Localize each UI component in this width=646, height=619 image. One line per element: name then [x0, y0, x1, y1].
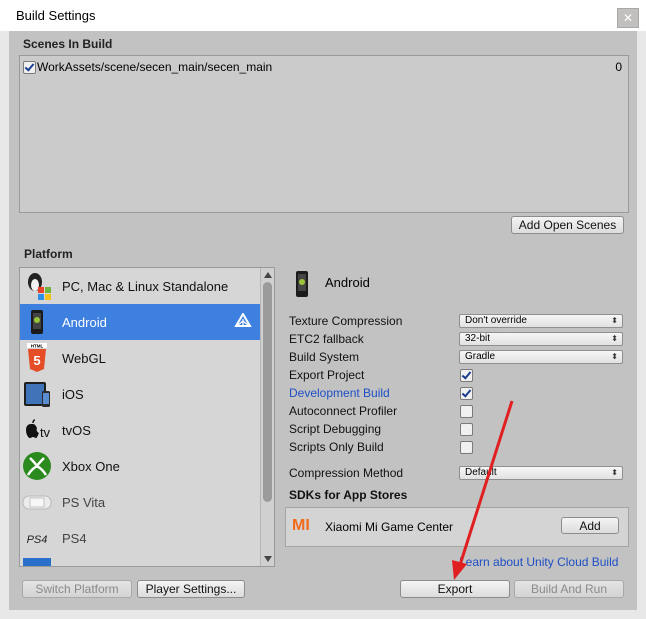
selected-platform-title: Android — [325, 275, 370, 290]
close-button[interactable]: ✕ — [617, 8, 639, 28]
svg-text:PS4: PS4 — [27, 534, 48, 546]
platform-label: PC, Mac & Linux Standalone — [62, 279, 229, 294]
apple-tv-icon: tv — [26, 419, 51, 440]
scene-index: 0 — [615, 60, 622, 74]
build-system-dropdown[interactable]: Gradle ⬍ — [459, 350, 623, 364]
switch-platform-button[interactable]: Switch Platform — [22, 580, 132, 598]
xbox-icon — [23, 452, 51, 480]
html5-icon: HTML 5 — [27, 343, 47, 372]
dropdown-value: Don't override — [465, 315, 527, 326]
scroll-up-arrow-icon[interactable] — [264, 272, 272, 278]
dropdown-arrows-icon: ⬍ — [611, 334, 618, 343]
scene-include-checkbox[interactable] — [23, 61, 36, 74]
scrollbar-thumb[interactable] — [263, 282, 272, 502]
platform-list[interactable]: PC, Mac & Linux Standalone Android HTML — [19, 267, 275, 567]
window-frame-left — [0, 31, 9, 619]
svg-text:5: 5 — [33, 353, 40, 368]
add-open-scenes-button[interactable]: Add Open Scenes — [511, 216, 624, 234]
dropdown-value: Default — [465, 467, 497, 478]
platform-label: tvOS — [62, 423, 91, 438]
platform-label: WebGL — [62, 351, 106, 366]
compression-method-dropdown[interactable]: Default ⬍ — [459, 466, 623, 480]
window-title: Build Settings — [16, 8, 96, 23]
svg-text:HTML: HTML — [31, 344, 44, 349]
platform-label: PS Vita — [62, 495, 106, 510]
script-debugging-checkbox[interactable] — [460, 423, 473, 436]
build-settings-window: Build Settings ✕ Scenes In Build WorkAss… — [0, 0, 646, 619]
platform-item-android[interactable]: Android — [20, 304, 260, 340]
unity-logo-icon — [234, 313, 252, 327]
android-icon — [296, 271, 308, 297]
player-settings-button[interactable]: Player Settings... — [137, 580, 245, 598]
dropdown-value: 32-bit — [465, 333, 491, 344]
window-frame-bottom — [0, 610, 646, 619]
platform-label: PS4 — [62, 531, 87, 546]
platform-item-ps4[interactable]: PS4 PS4 — [20, 520, 260, 556]
platform-item-xbox-one[interactable]: Xbox One — [20, 448, 260, 484]
texture-compression-label: Texture Compression — [289, 314, 403, 328]
scroll-down-arrow-icon[interactable] — [264, 556, 272, 562]
windows-store-icon — [23, 558, 51, 566]
platform-item-pc-mac-linux[interactable]: PC, Mac & Linux Standalone — [20, 268, 260, 304]
dropdown-value: Gradle — [465, 351, 496, 362]
compression-method-label: Compression Method — [289, 466, 404, 480]
texture-compression-dropdown[interactable]: Don't override ⬍ — [459, 314, 623, 328]
dropdown-arrows-icon: ⬍ — [611, 316, 618, 325]
close-icon: ✕ — [622, 11, 634, 25]
etc2-fallback-dropdown[interactable]: 32-bit ⬍ — [459, 332, 623, 346]
platform-label: iOS — [62, 387, 84, 402]
scripts-only-build-label: Scripts Only Build — [289, 440, 384, 454]
ios-icon — [24, 382, 50, 407]
xiaomi-logo-icon: MI — [292, 517, 310, 534]
add-sdk-button[interactable]: Add — [561, 517, 619, 534]
sdks-header: SDKs for App Stores — [289, 488, 408, 502]
script-debugging-label: Script Debugging — [289, 422, 382, 436]
scripts-only-build-checkbox[interactable] — [460, 441, 473, 454]
scene-path: WorkAssets/scene/secen_main/secen_main — [37, 60, 273, 74]
platform-item-ps-vita[interactable]: PS Vita — [20, 484, 260, 520]
ps-vita-icon — [22, 495, 52, 510]
build-system-label: Build System — [289, 350, 360, 364]
platform-item-tvos[interactable]: tv tvOS — [20, 412, 260, 448]
android-icon — [31, 310, 43, 334]
platform-item-webgl[interactable]: HTML 5 WebGL — [20, 340, 260, 376]
scene-row[interactable]: WorkAssets/scene/secen_main/secen_main 0 — [22, 59, 626, 75]
build-and-run-button[interactable]: Build And Run — [514, 580, 624, 598]
platform-label: Android — [62, 315, 107, 330]
export-project-label: Export Project — [289, 368, 365, 382]
development-build-label: Development Build — [289, 386, 390, 400]
development-build-checkbox[interactable] — [460, 387, 473, 400]
scenes-list[interactable]: WorkAssets/scene/secen_main/secen_main 0 — [19, 55, 629, 213]
platform-label: Xbox One — [62, 459, 120, 474]
title-bar[interactable]: Build Settings ✕ — [0, 0, 646, 31]
pc-mac-linux-icon — [28, 273, 51, 300]
platform-scrollbar[interactable] — [260, 268, 274, 566]
sdk-item-xiaomi: MI Xiaomi Mi Game Center Add — [285, 507, 629, 547]
build-settings-content: Scenes In Build WorkAssets/scene/secen_m… — [9, 31, 637, 610]
export-project-checkbox[interactable] — [460, 369, 473, 382]
window-frame-right — [637, 31, 646, 619]
export-button[interactable]: Export — [400, 580, 510, 598]
platform-header: Platform — [24, 247, 73, 261]
scenes-in-build-header: Scenes In Build — [23, 37, 113, 51]
sdk-item-label: Xiaomi Mi Game Center — [325, 520, 454, 534]
dropdown-arrows-icon: ⬍ — [611, 468, 618, 477]
etc2-fallback-label: ETC2 fallback — [289, 332, 364, 346]
unity-cloud-build-link[interactable]: Learn about Unity Cloud Build — [459, 555, 618, 569]
dropdown-arrows-icon: ⬍ — [611, 352, 618, 361]
autoconnect-profiler-label: Autoconnect Profiler — [289, 404, 398, 418]
svg-text:tv: tv — [40, 425, 51, 440]
platform-item-ios[interactable]: iOS — [20, 376, 260, 412]
ps4-icon: PS4 — [27, 534, 48, 546]
autoconnect-profiler-checkbox[interactable] — [460, 405, 473, 418]
